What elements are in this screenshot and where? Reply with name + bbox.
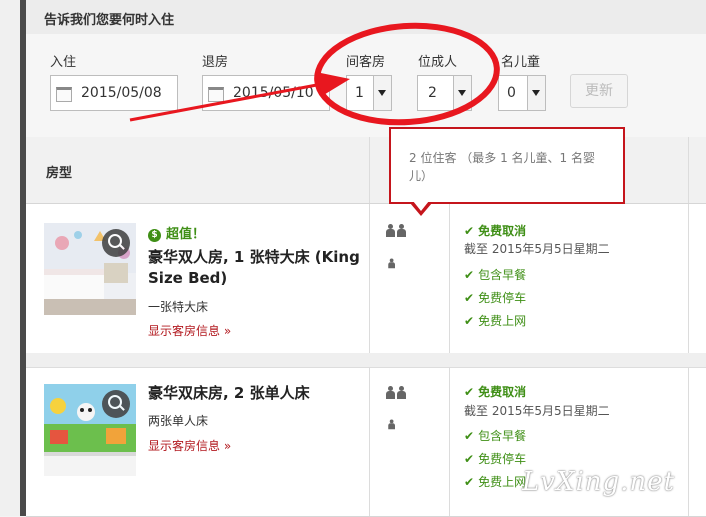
check-icon: ✔: [464, 314, 475, 328]
cancel-deadline: 截至 2015年5月5日星期二: [464, 404, 610, 418]
watermark: LvXing.net: [522, 467, 676, 497]
perk-wifi: ✔ 免费上网: [464, 475, 527, 489]
children-label: 名儿童: [501, 55, 541, 70]
row-gap: [26, 353, 706, 368]
checkin-value: 2015/05/08: [81, 85, 162, 101]
column-divider: [369, 204, 370, 353]
rooms-select[interactable]: 1: [346, 75, 392, 111]
deal-label: 超值！: [166, 227, 206, 242]
checkout-value: 2015/05/10: [233, 85, 314, 101]
calendar-icon: [208, 87, 224, 102]
zoom-icon[interactable]: [102, 390, 130, 418]
child-icon: [388, 419, 396, 430]
adults-value: 2: [428, 85, 437, 101]
check-icon: ✔: [464, 385, 475, 399]
children-select[interactable]: 0: [498, 75, 546, 111]
occupancy-tooltip: 2 位住客 （最多 1 名儿童、1 名婴儿）: [389, 127, 625, 204]
room-name[interactable]: 豪华双人房, 1 张特大床 (King Size Bed): [148, 247, 360, 289]
page-title: 告诉我们您要何时入住: [44, 13, 175, 28]
checkout-field[interactable]: 2015/05/10: [202, 75, 330, 111]
perk-parking: ✔ 免费停车: [464, 291, 527, 305]
zoom-icon[interactable]: [102, 229, 130, 257]
left-sidebar: [0, 0, 27, 516]
room-photo[interactable]: [44, 384, 136, 476]
check-icon: ✔: [464, 224, 475, 238]
dollar-icon: $: [148, 229, 161, 242]
check-icon: ✔: [464, 452, 475, 466]
check-icon: ✔: [464, 429, 475, 443]
column-divider: [369, 368, 370, 516]
room-photo[interactable]: [44, 223, 136, 315]
check-icon: ✔: [464, 268, 475, 282]
column-divider: [688, 204, 689, 353]
cancel-deadline: 截至 2015年5月5日星期二: [464, 242, 610, 256]
tooltip-text: 2 位住客 （最多 1 名儿童、1 名婴儿）: [409, 151, 595, 183]
children-value: 0: [507, 85, 516, 101]
perk-breakfast: ✔ 包含早餐: [464, 268, 527, 282]
person-icon: [397, 386, 407, 399]
column-divider: [449, 204, 450, 353]
chevron-down-icon: [527, 76, 545, 110]
room-name[interactable]: 豪华双床房, 2 张单人床: [148, 383, 360, 404]
column-divider: [369, 137, 370, 203]
show-room-info-link[interactable]: 显示客房信息 »: [148, 437, 231, 454]
chevron-down-icon: [453, 76, 471, 110]
free-cancel: ✔ 免费取消: [464, 224, 527, 238]
calendar-icon: [56, 87, 72, 102]
column-divider: [449, 368, 450, 516]
update-button[interactable]: 更新: [570, 74, 628, 108]
person-icon: [386, 386, 396, 399]
bed-type: 两张单人床: [148, 414, 209, 428]
adults-select[interactable]: 2: [417, 75, 472, 111]
perk-parking: ✔ 免费停车: [464, 452, 527, 466]
rooms-value: 1: [355, 85, 364, 101]
perk-breakfast: ✔ 包含早餐: [464, 429, 527, 443]
checkin-field[interactable]: 2015/05/08: [50, 75, 178, 111]
perk-wifi: ✔ 免费上网: [464, 314, 527, 328]
booking-panel: 告诉我们您要何时入住 入住 2015/05/08 退房 2015/05/10 间…: [26, 0, 706, 517]
room-type-header: 房型: [46, 166, 73, 181]
bed-type: 一张特大床: [148, 300, 209, 314]
availability-header: 告诉我们您要何时入住: [26, 0, 706, 35]
chevron-down-icon: [373, 76, 391, 110]
child-icon: [388, 258, 396, 269]
column-divider: [688, 137, 689, 203]
adults-label: 位成人: [418, 55, 458, 70]
checkin-label: 入住: [50, 55, 77, 70]
person-icon: [397, 224, 407, 237]
deal-badge: $ 超值！: [148, 223, 205, 242]
free-cancel: ✔ 免费取消: [464, 385, 527, 399]
tooltip-arrow-fill: [413, 201, 429, 211]
checkout-label: 退房: [202, 55, 229, 70]
show-room-info-link[interactable]: 显示客房信息 »: [148, 322, 231, 339]
check-icon: ✔: [464, 475, 475, 489]
person-icon: [386, 224, 396, 237]
rooms-label: 间客房: [346, 55, 386, 70]
check-icon: ✔: [464, 291, 475, 305]
column-divider: [688, 368, 689, 516]
